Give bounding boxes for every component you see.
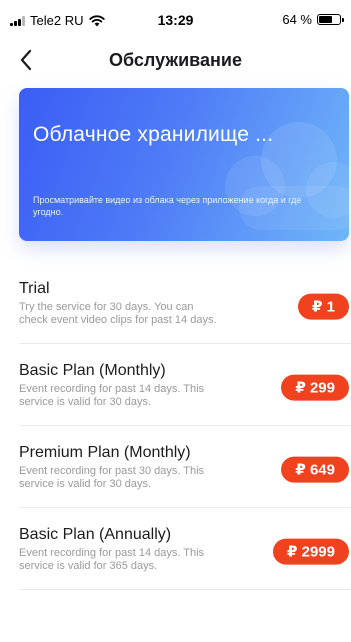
battery-percent: 64 % <box>282 12 312 27</box>
page-title: Обслуживание <box>109 50 242 70</box>
plan-item-premium-monthly[interactable]: Premium Plan (Monthly) Event recording f… <box>19 426 351 508</box>
battery-icon <box>317 14 344 25</box>
price-button[interactable]: ₽ 2999 <box>273 538 349 565</box>
plan-description: Event recording for past 14 days. This s… <box>19 547 205 572</box>
price-button[interactable]: ₽ 299 <box>281 374 349 401</box>
status-bar: Tele2 RU 13:29 64 % <box>0 0 351 40</box>
plan-item-basic-annually[interactable]: Basic Plan (Annually) Event recording fo… <box>19 508 351 590</box>
price-button[interactable]: ₽ 649 <box>281 456 349 483</box>
battery-fill <box>319 16 332 23</box>
status-right: 64 % <box>282 12 344 27</box>
price-button[interactable]: ₽ 1 <box>298 293 349 320</box>
nav-bar: Обслуживание <box>0 40 351 80</box>
plan-description: Event recording for past 14 days. This s… <box>19 383 205 408</box>
plan-description: Event recording for past 30 days. This s… <box>19 465 205 490</box>
plan-description: Try the service for 30 days. You can che… <box>19 301 217 326</box>
banner-description: Просматривайте видео из облака через при… <box>33 195 302 217</box>
plan-item-trial[interactable]: Trial Try the service for 30 days. You c… <box>19 264 351 344</box>
plan-item-basic-monthly[interactable]: Basic Plan (Monthly) Event recording for… <box>19 344 351 426</box>
cloud-storage-banner: Облачное хранилище ... Просматривайте ви… <box>19 88 349 241</box>
plan-name: Trial <box>19 280 50 297</box>
banner-title: Облачное хранилище ... <box>33 123 274 146</box>
plan-list: Trial Try the service for 30 days. You c… <box>0 264 351 590</box>
